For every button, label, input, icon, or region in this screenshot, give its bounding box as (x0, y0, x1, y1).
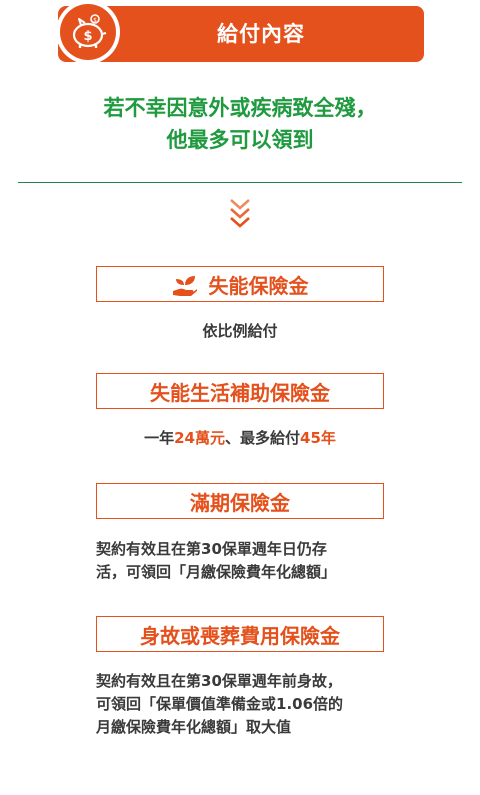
section-title-death-funeral: 身故或喪葬費用保險金 (96, 616, 384, 652)
section-title-disability: 失能保險金 (96, 266, 384, 302)
section-title-maturity: 滿期保險金 (96, 483, 384, 519)
section-desc-disability: 依比例給付 (202, 322, 278, 340)
section-desc-living-allowance: 一年24萬元、最多給付45年 (144, 429, 336, 447)
headline: 若不幸因意外或疾病致全殘， 他最多可以領到 (0, 92, 480, 156)
double-chevron-down-icon (230, 199, 250, 228)
highlight-amount: 24萬元 (174, 429, 225, 447)
section-title-text: 失能生活補助保險金 (150, 380, 330, 405)
highlight-years: 45年 (300, 429, 336, 447)
headline-line-1: 若不幸因意外或疾病致全殘， (103, 96, 377, 120)
headline-line-2: 他最多可以領到 (166, 128, 314, 152)
section-desc-maturity: 契約有效且在第30保單週年日仍存 活，可領回「月繳保險費年化總額」 (96, 540, 337, 581)
section-title-text: 失能保險金 (208, 273, 309, 298)
svg-text:$: $ (93, 17, 97, 24)
header-badge: $ $ (56, 0, 120, 64)
hand-leaf-icon (172, 275, 197, 296)
piggy-bank-icon: $ $ (72, 14, 107, 48)
svg-text:$: $ (83, 29, 92, 44)
section-title-living-allowance: 失能生活補助保險金 (96, 373, 384, 409)
divider (18, 182, 462, 183)
section-title-text: 身故或喪葬費用保險金 (140, 623, 340, 648)
section-desc-death-funeral: 契約有效且在第30保單週年前身故， 可領回「保單價值準備金或1.06倍的 月繳保… (96, 672, 344, 736)
section-title-text: 滿期保險金 (190, 490, 290, 515)
